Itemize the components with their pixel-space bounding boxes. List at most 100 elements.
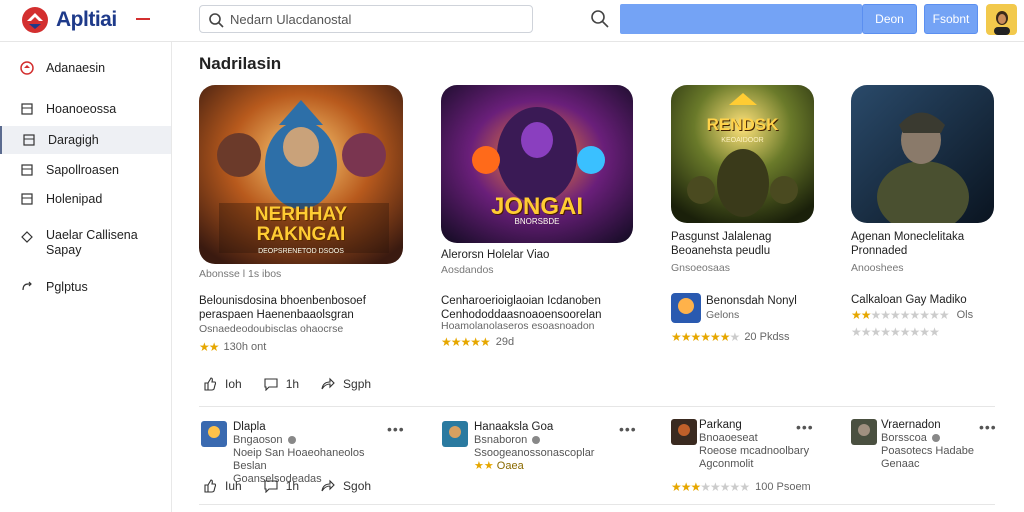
comment-count: 1h: [285, 377, 300, 391]
rating: ★★★★★★ ★ 20 Pkdss: [671, 330, 790, 344]
post-author[interactable]: Dlapla: [233, 421, 266, 433]
header-button-secondary[interactable]: Fsobnt: [924, 4, 978, 34]
post-author[interactable]: Hanaaksla Goa: [474, 421, 553, 433]
avatar[interactable]: [986, 4, 1017, 35]
share-button[interactable]: Sgoh: [321, 479, 371, 493]
game-name[interactable]: Alerorsn Holelar Viao: [441, 248, 549, 262]
game-thumbnail[interactable]: RENDSK KEOAIDOOR: [671, 85, 814, 223]
game-art-title-2: RAKNGAI: [256, 224, 346, 245]
post-card[interactable]: Vraernadon Borsscoa Poasotecs Hadabe Gen…: [851, 419, 996, 479]
game-art-image: [851, 85, 994, 223]
divider: [199, 504, 995, 505]
game-line-2: peraspaen Haenenbaaolsgran: [199, 309, 354, 321]
post-desc-line-2: Genaac: [881, 458, 920, 470]
post-subtitle: Bnoaoeseat: [699, 432, 758, 444]
game-line-3: Osnaedeodoubisclas ohaocrse: [199, 323, 344, 335]
app-name: Apltiai: [56, 8, 117, 31]
post-author[interactable]: Vraernadon: [881, 419, 941, 431]
like-button[interactable]: Ioh: [203, 377, 242, 391]
post-card[interactable]: Hanaaksla Goa Bsnaboron Ssoogeanossonasc…: [442, 421, 636, 476]
comment-button[interactable]: 1h: [264, 479, 299, 493]
post-avatar: [851, 419, 877, 445]
post-subtitle-text: Borsscoa: [881, 432, 927, 444]
game-name[interactable]: Agenan Moneclelitaka: [851, 230, 964, 244]
post-subtitle: Borsscoa: [881, 432, 940, 444]
app-icon[interactable]: [671, 293, 701, 323]
search-icon[interactable]: [590, 9, 610, 29]
share-label: Sgoh: [343, 479, 372, 493]
post-card[interactable]: Parkang Bnoaoeseat Roeose mcadnoolbary A…: [671, 419, 813, 479]
menu-toggle-icon[interactable]: [136, 18, 150, 20]
user-avatar-icon: [993, 11, 1010, 35]
thumbs-up-icon: [204, 479, 217, 493]
sidebar-item-label: Sapollroasen: [46, 163, 119, 177]
sidebar-item-pglptus[interactable]: Pglptus: [0, 273, 171, 301]
like-button[interactable]: Iuh: [203, 479, 242, 493]
game-thumbnail[interactable]: NERHHAY RAKNGAI DEOPSRENETOD DSOOS: [199, 85, 403, 264]
brand-logo-icon[interactable]: [20, 5, 50, 35]
sidebar-item-label: Uaelar Callisena: [46, 228, 138, 242]
post-tag: ★★ Oaea: [474, 460, 524, 472]
sidebar-item-label: Pglptus: [46, 280, 88, 294]
sidebar-item-hoanoeossa[interactable]: Hoanoeossa: [0, 95, 171, 123]
like-count: Ioh: [225, 377, 242, 391]
sidebar-item-label-secondary: Sapay: [46, 243, 82, 257]
game-name-2: Pronnaded: [851, 245, 908, 257]
search-box[interactable]: [199, 5, 533, 33]
star-empty-icon: ★★★★★★★★★: [851, 325, 940, 339]
search-input[interactable]: [230, 10, 520, 28]
app-name[interactable]: Calkaloan Gay Madiko: [851, 293, 967, 307]
share-button[interactable]: Sgph: [321, 377, 371, 391]
game-art-title: RENDSK: [706, 115, 779, 134]
game-thumbnail[interactable]: [851, 85, 994, 223]
star-icon: ★★: [199, 340, 219, 354]
app-name[interactable]: Benonsdah Nonyl: [706, 294, 797, 308]
sidebar-item-holenipad[interactable]: Holenipad: [0, 185, 171, 213]
sidebar-item-adanaesin[interactable]: Adanaesin: [0, 54, 171, 82]
sidebar-item-uaelar[interactable]: Uaelar Callisena Sapay: [0, 228, 171, 264]
star-empty-icon: ★★★★★: [700, 480, 750, 494]
game-caption: Abonsse l 1s ibos: [199, 268, 282, 280]
post-subtitle-text: Bnoaoeseat: [699, 432, 758, 444]
list-icon: [20, 192, 34, 206]
more-options-icon[interactable]: •••: [979, 419, 997, 435]
action-row: Ioh 1h Sgph: [203, 377, 393, 391]
sidebar-item-daragigh[interactable]: Daragigh: [0, 126, 171, 154]
rating: ★★★★★ 29d: [441, 335, 514, 349]
rating: ★★ ★★★★★★★★ Ols: [851, 308, 973, 322]
comment-button[interactable]: 1h: [264, 377, 299, 391]
post-desc-line-1: Roeose mcadnoolbary: [699, 445, 810, 457]
more-options-icon[interactable]: •••: [796, 419, 814, 435]
post-desc: Poasotecs Hadabe Genaac: [881, 445, 974, 471]
top-bar: Apltiai Deon Fsobnt: [0, 0, 1024, 42]
rating: ★★ 130h ont: [199, 340, 266, 354]
sidebar-item-label: Daragigh: [48, 133, 99, 147]
post-avatar: [671, 419, 697, 445]
more-options-icon[interactable]: •••: [619, 421, 637, 437]
post-author[interactable]: Parkang: [699, 419, 742, 431]
sidebar-item-sapollroasen[interactable]: Sapollroasen: [0, 156, 171, 184]
star-icon: ★★★★★: [441, 335, 491, 349]
rating-text: 100 Psoem: [755, 481, 811, 493]
post-desc: Roeose mcadnoolbary Agconmolit: [699, 445, 809, 471]
info-icon: [931, 434, 940, 442]
share-icon: [321, 479, 335, 492]
game-name[interactable]: Pasgunst Jalalenag: [671, 230, 771, 244]
game-name-2: Beoanehsta peudlu: [671, 245, 771, 257]
list-icon: [20, 163, 34, 177]
rating-secondary: ★★★★★★★★★: [851, 325, 940, 339]
post-card[interactable]: Dlapla Bngaoson Noeip San Hoaeohaneolos …: [201, 421, 404, 485]
game-line-1: Belounisdosina bhoenbenbosoef: [199, 295, 366, 307]
comment-icon: [264, 480, 278, 493]
highlight-bar[interactable]: [620, 4, 862, 34]
list-icon: [20, 102, 34, 116]
post-desc-line-2: Agconmolit: [699, 458, 754, 470]
more-options-icon[interactable]: •••: [387, 421, 405, 437]
game-thumbnail[interactable]: JONGAI BNORSBDE: [441, 85, 633, 243]
header-button-primary[interactable]: Deon: [862, 4, 917, 34]
game-art-subtitle: BNORSBDE: [514, 217, 560, 226]
game-caption: Aosdandos: [441, 264, 494, 276]
game-line-3: Hoamolanolaseros esoasnoadon: [441, 320, 595, 332]
rating-text: 29d: [495, 336, 515, 348]
game-caption: Anooshees: [851, 262, 904, 274]
